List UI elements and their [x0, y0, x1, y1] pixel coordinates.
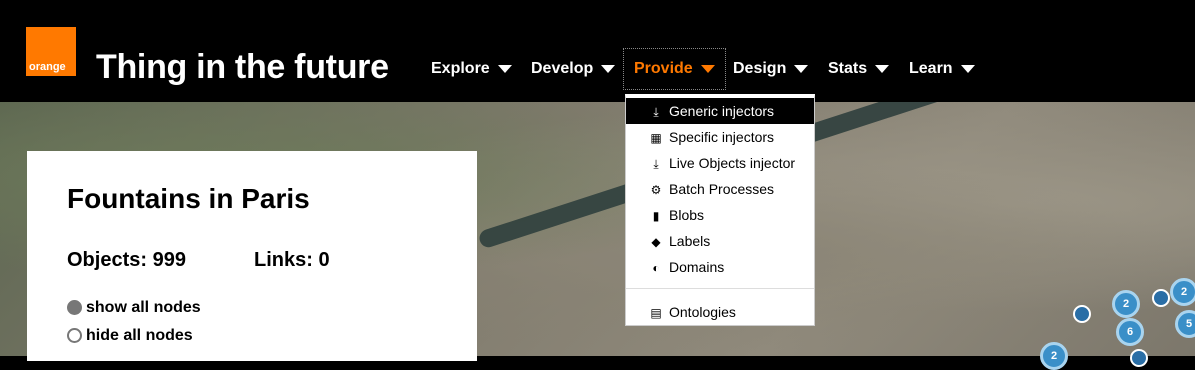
nav-design[interactable]: Design: [733, 49, 809, 89]
file-text-icon: ▤: [650, 306, 662, 320]
hide-all-nodes-option[interactable]: hide all nodes: [67, 327, 193, 345]
map-cluster[interactable]: 2: [1170, 278, 1195, 306]
map-node[interactable]: [1130, 349, 1148, 367]
menu-item-labels[interactable]: ◆ Labels: [626, 228, 814, 254]
caret-down-icon: [601, 64, 616, 73]
nav-stats[interactable]: Stats: [828, 49, 890, 89]
cogs-icon: ⚙: [650, 183, 662, 197]
map-cluster[interactable]: 6: [1116, 318, 1144, 346]
top-navbar: orange Thing in the future Explore Devel…: [0, 0, 1195, 102]
caret-down-icon: [960, 64, 975, 73]
nav-learn[interactable]: Learn: [909, 49, 975, 89]
inject-icon: ⤓: [653, 105, 659, 119]
provide-dropdown-menu: ⤓ Generic injectors ▦ Specific injectors ⤓…: [625, 94, 815, 326]
info-panel: Fountains in Paris Objects: 999 Links: 0…: [27, 151, 477, 361]
menu-divider: [626, 288, 814, 289]
show-all-nodes-option[interactable]: show all nodes: [67, 299, 201, 317]
inject-icon: ⤓: [653, 157, 659, 171]
tags-icon: ◆: [651, 235, 661, 249]
caret-down-icon: [497, 64, 512, 73]
map-node[interactable]: [1073, 305, 1091, 323]
map-node[interactable]: [1152, 289, 1170, 307]
caret-down-icon: [794, 64, 809, 73]
menu-item-live-objects-injector[interactable]: ⤓ Live Objects injector: [626, 150, 814, 176]
logo-text: orange: [29, 61, 66, 73]
app-title: Thing in the future: [96, 48, 389, 86]
caret-down-icon: [700, 64, 715, 73]
panel-title: Fountains in Paris: [67, 183, 310, 214]
menu-item-ontologies[interactable]: ▤ Ontologies: [626, 299, 814, 325]
radio-checked-icon[interactable]: [67, 300, 82, 316]
menu-item-domains[interactable]: ◐ Domains: [626, 254, 814, 280]
radio-unchecked-icon[interactable]: [67, 328, 82, 344]
menu-item-blobs[interactable]: ▮ Blobs: [626, 202, 814, 228]
map-cluster[interactable]: 5: [1175, 310, 1195, 338]
map-cluster[interactable]: 2: [1040, 342, 1068, 370]
menu-item-specific-injectors[interactable]: ▦ Specific injectors: [626, 124, 814, 150]
map-cluster[interactable]: 2: [1112, 290, 1140, 318]
nav-develop[interactable]: Develop: [531, 49, 616, 89]
nav-provide[interactable]: Provide: [623, 48, 726, 90]
nav-explore[interactable]: Explore: [431, 49, 512, 89]
shield-icon: ◐: [652, 261, 660, 275]
links-count: Links: 0: [254, 249, 330, 271]
menu-item-generic-injectors[interactable]: ⤓ Generic injectors: [626, 98, 814, 124]
map-icon: ▦: [650, 131, 662, 145]
file-icon: ▮: [652, 209, 660, 223]
objects-count: Objects: 999: [67, 249, 186, 271]
orange-logo[interactable]: orange: [26, 27, 76, 76]
caret-down-icon: [875, 64, 890, 73]
menu-item-batch-processes[interactable]: ⚙ Batch Processes: [626, 176, 814, 202]
